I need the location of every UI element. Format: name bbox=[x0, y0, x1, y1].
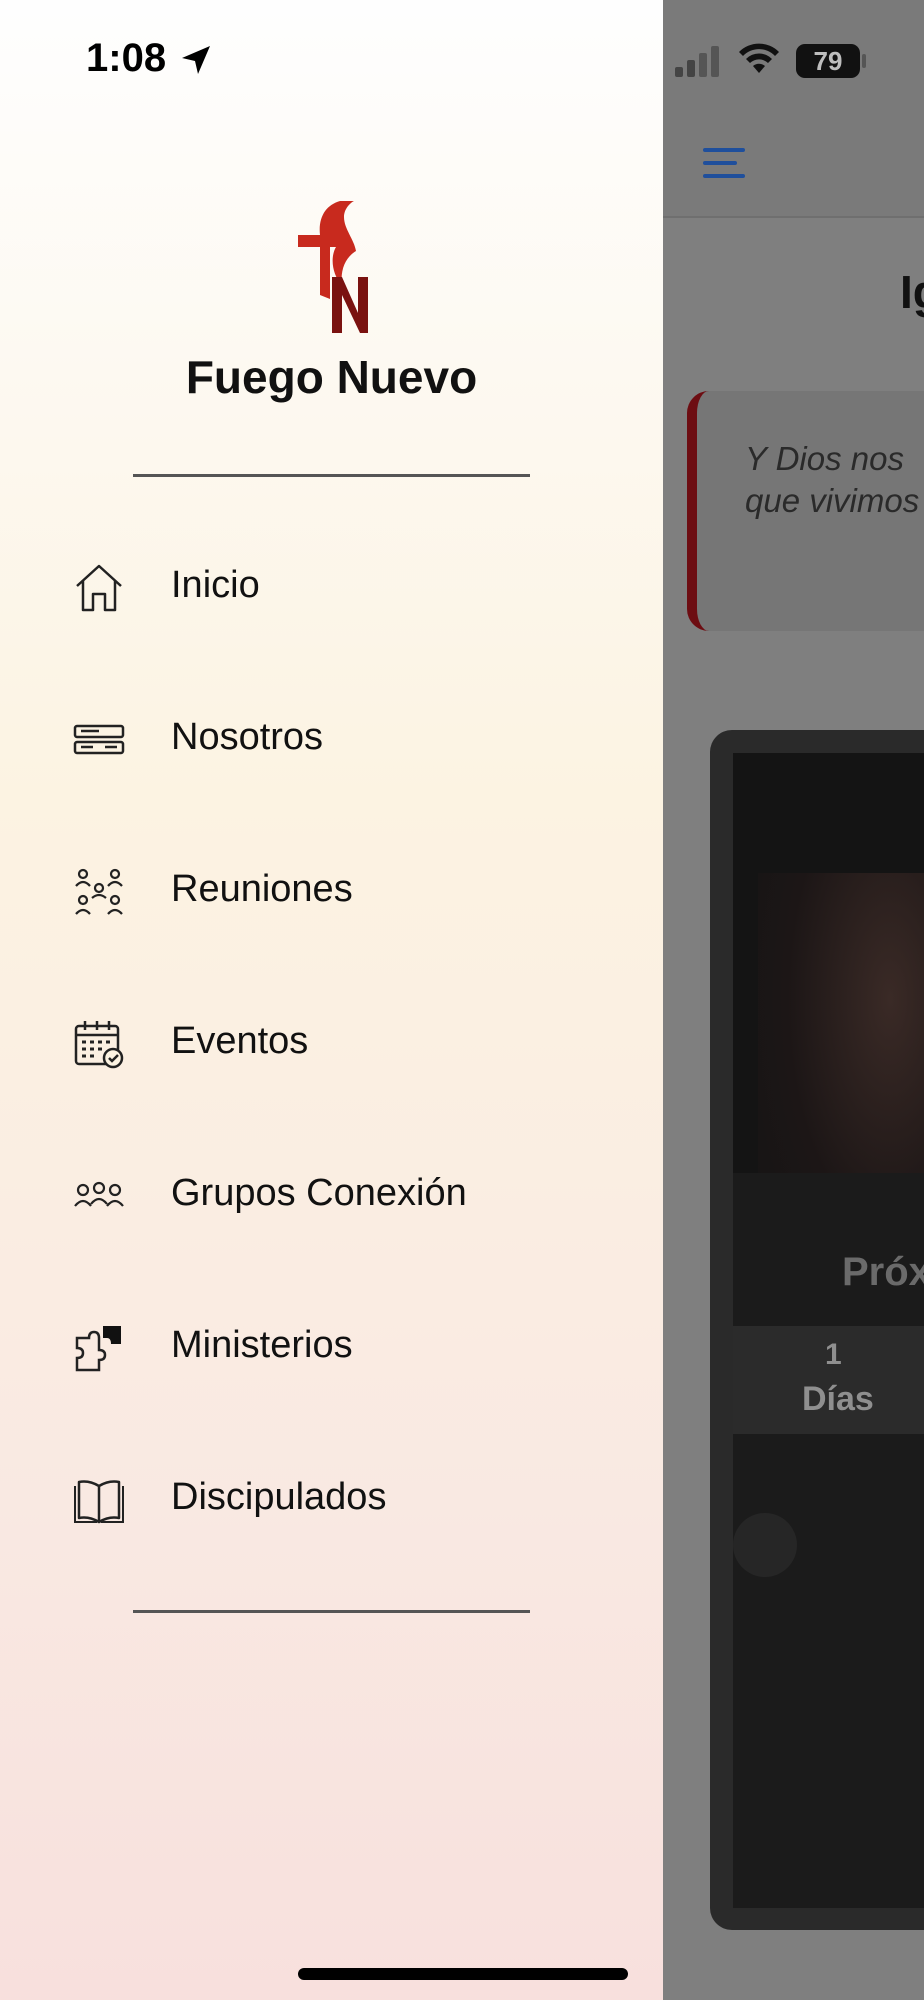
navigation-drawer: Fuego Nuevo Inicio Nosotros Reuniones Ev… bbox=[0, 0, 663, 2000]
about-icon bbox=[73, 724, 125, 755]
brand-name: Fuego Nuevo bbox=[185, 351, 478, 403]
location-arrow-icon bbox=[182, 46, 210, 74]
microphone-icon bbox=[733, 1513, 797, 1577]
menu-item-eventos[interactable]: Eventos bbox=[0, 990, 663, 1100]
puzzle-icon bbox=[75, 1326, 121, 1372]
top-divider bbox=[133, 474, 530, 477]
page-title: Ig bbox=[900, 266, 924, 318]
group-icon bbox=[74, 1181, 124, 1207]
countdown-days-value: 1 bbox=[825, 1338, 842, 1371]
home-icon bbox=[76, 564, 122, 612]
menu-item-reuniones[interactable]: Reuniones bbox=[0, 838, 663, 948]
menu-item-label: Discipulados bbox=[171, 1476, 387, 1518]
menu-item-nosotros[interactable]: Nosotros bbox=[0, 686, 663, 796]
battery-cap bbox=[862, 54, 866, 68]
menu-item-ministerios[interactable]: Ministerios bbox=[0, 1294, 663, 1404]
battery-icon: 79 bbox=[796, 44, 860, 78]
quote-text: Y Dios nos que vivimos bbox=[745, 440, 920, 519]
book-icon bbox=[74, 1480, 124, 1524]
countdown-title: Próx bbox=[842, 1250, 924, 1294]
status-time: 1:08 bbox=[86, 36, 167, 80]
app-header bbox=[663, 0, 924, 218]
menu-icon[interactable] bbox=[703, 148, 747, 178]
menu-item-grupos-conexion[interactable]: Grupos Conexión bbox=[0, 1142, 663, 1252]
calendar-check-icon bbox=[74, 1021, 124, 1069]
menu-item-inicio[interactable]: Inicio bbox=[0, 534, 663, 644]
menu-item-label: Eventos bbox=[171, 1020, 309, 1062]
signal-icon bbox=[675, 46, 719, 77]
countdown-days-label: Días bbox=[802, 1380, 874, 1418]
wifi-icon bbox=[739, 43, 779, 73]
people-network-icon bbox=[75, 868, 123, 915]
fuego-nuevo-logo bbox=[298, 201, 368, 333]
menu-item-label: Nosotros bbox=[171, 716, 324, 758]
menu-item-label: Grupos Conexión bbox=[171, 1172, 467, 1214]
menu-item-label: Ministerios bbox=[171, 1324, 353, 1366]
menu-item-label: Reuniones bbox=[171, 868, 353, 910]
menu-item-label: Inicio bbox=[171, 564, 260, 606]
menu-item-discipulados[interactable]: Discipulados bbox=[0, 1446, 663, 1556]
bottom-divider bbox=[133, 1610, 530, 1613]
home-indicator[interactable] bbox=[298, 1968, 628, 1980]
